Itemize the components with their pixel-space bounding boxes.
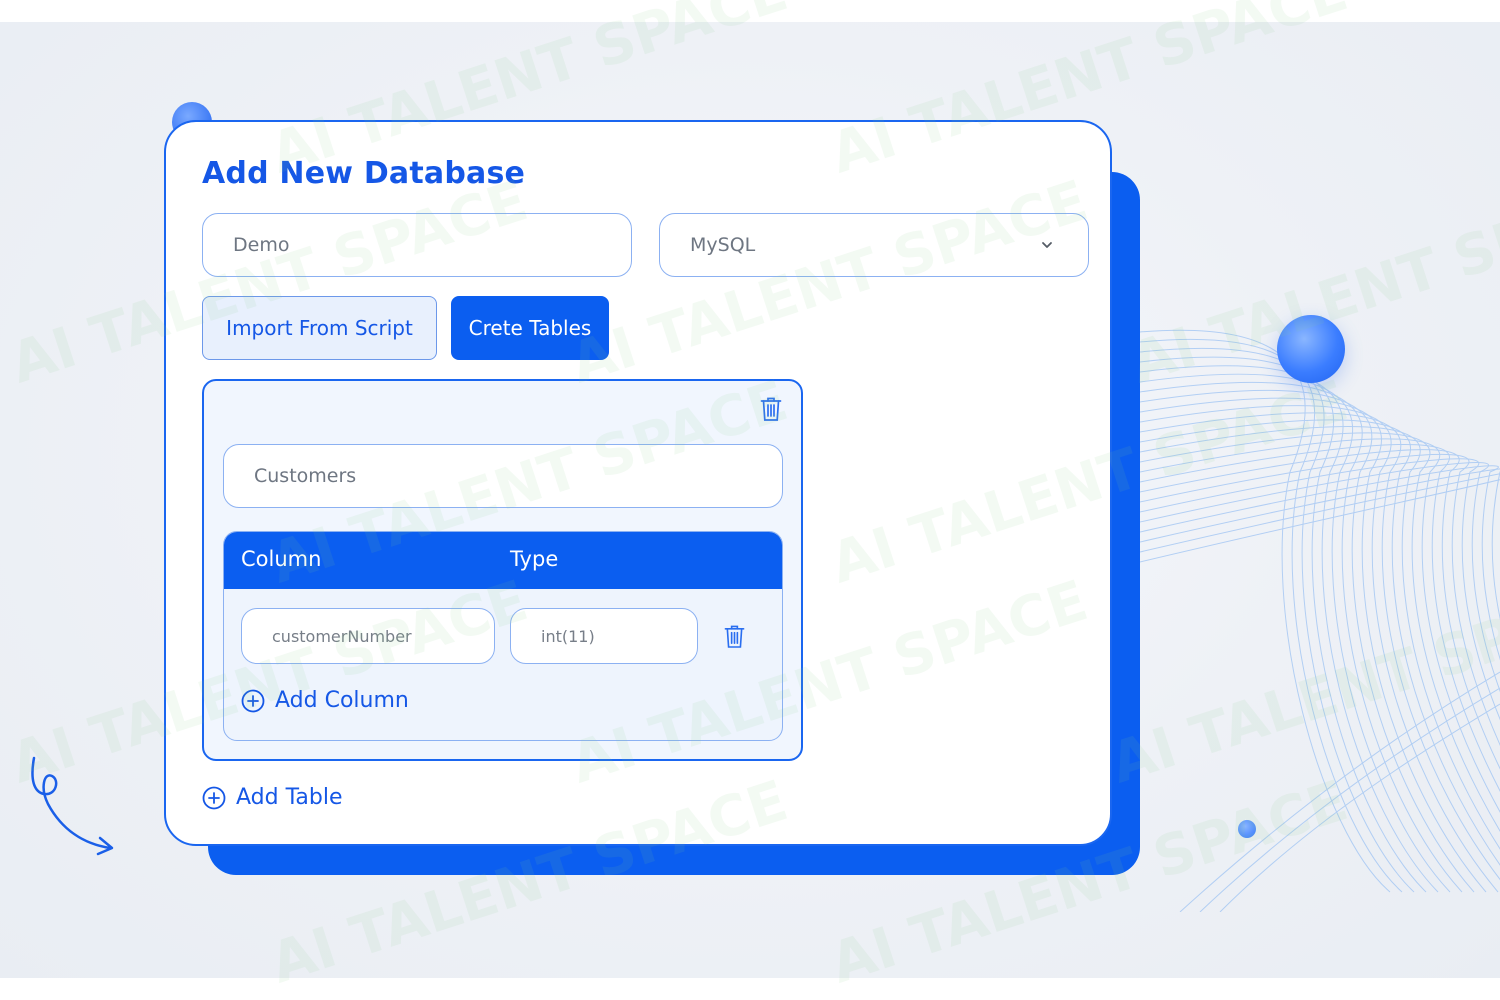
add-column-button[interactable]: Add Column — [241, 688, 409, 713]
delete-column-trash-icon[interactable] — [724, 624, 745, 649]
database-name-field[interactable]: Demo — [202, 213, 632, 277]
import-from-script-button[interactable]: Import From Script — [202, 296, 437, 360]
add-table-button[interactable]: Add Table — [202, 785, 342, 810]
table-name-field[interactable]: Customers — [223, 444, 783, 508]
delete-table-trash-icon[interactable] — [760, 396, 782, 422]
decorative-dot — [1238, 820, 1256, 838]
column-name-field[interactable]: customerNumber — [241, 608, 495, 664]
plus-circle-icon — [202, 786, 226, 809]
wave-decoration — [1140, 329, 1500, 912]
column-header-label: Column — [241, 547, 322, 571]
add-table-label: Add Table — [236, 785, 343, 810]
database-type-value: MySQL — [690, 234, 756, 256]
column-name-value: customerNumber — [272, 626, 412, 646]
type-header-label: Type — [510, 547, 559, 571]
table-name-value: Customers — [254, 465, 357, 487]
column-type-value: int(11) — [541, 626, 595, 646]
column-type-field[interactable]: int(11) — [510, 608, 698, 664]
swirl-arrow-decoration — [31, 756, 114, 856]
database-name-value: Demo — [233, 234, 290, 256]
plus-circle-icon — [241, 689, 265, 712]
chevron-down-icon — [1042, 242, 1052, 248]
decorative-orb — [1277, 315, 1345, 383]
add-column-label: Add Column — [275, 688, 409, 713]
create-tables-button[interactable]: Crete Tables — [451, 296, 609, 360]
database-type-select[interactable]: MySQL — [659, 213, 1089, 277]
columns-header: Column Type — [224, 532, 782, 589]
dialog-title: Add New Database — [202, 156, 526, 191]
